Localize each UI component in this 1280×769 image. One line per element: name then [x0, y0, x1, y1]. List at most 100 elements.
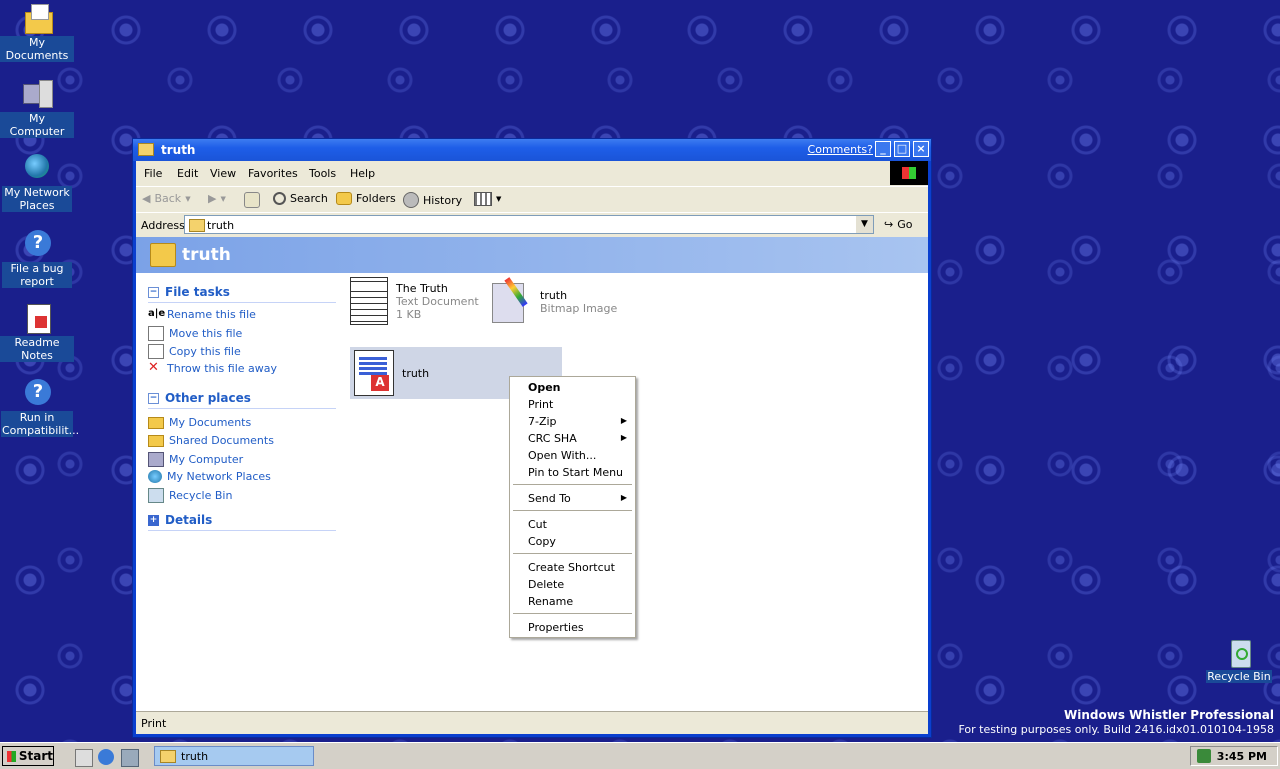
menu-print[interactable]: Print: [528, 398, 553, 411]
menu-file[interactable]: File: [144, 167, 162, 180]
file-type: Bitmap Image: [540, 302, 618, 315]
clock[interactable]: 3:45 PM: [1217, 750, 1267, 763]
address-bar: Address truth ▼ ↪ Go: [136, 212, 928, 237]
up-folder-button[interactable]: [244, 192, 260, 208]
menu-copy[interactable]: Copy: [528, 535, 556, 548]
status-bar: Print: [136, 711, 928, 734]
folder-banner: truth: [136, 237, 928, 273]
place-my-computer[interactable]: My Computer: [148, 452, 243, 467]
menu-separator: [513, 613, 632, 614]
menu-edit[interactable]: Edit: [177, 167, 198, 180]
forward-button[interactable]: ▶ ▼: [208, 192, 226, 205]
views-button[interactable]: ▼: [474, 192, 501, 206]
network-icon: [21, 152, 53, 184]
folder-icon: [160, 749, 176, 763]
menu-pin-start[interactable]: Pin to Start Menu: [528, 466, 623, 479]
folder-icon: [138, 143, 154, 156]
windows-flag-icon: [7, 750, 16, 762]
window-title: truth: [161, 143, 196, 157]
move-icon: [148, 326, 164, 341]
file-size: 1 KB: [396, 307, 422, 321]
desktop-label: Run in Compatibilit...: [1, 411, 80, 437]
desktop-icon-my-computer[interactable]: My Computer: [0, 78, 74, 138]
rename-file-link[interactable]: a|e Rename this file: [148, 308, 256, 321]
folders-label: Folders: [356, 192, 396, 205]
menu-create-shortcut[interactable]: Create Shortcut: [528, 561, 615, 574]
close-button[interactable]: ×: [913, 141, 929, 157]
menu-open[interactable]: Open: [528, 381, 561, 394]
history-button[interactable]: History: [403, 192, 462, 208]
title-bar[interactable]: truth Comments? _ □ ×: [133, 139, 931, 161]
computer-icon: [148, 452, 164, 467]
menu-tools[interactable]: Tools: [309, 167, 336, 180]
copy-file-link[interactable]: Copy this file: [148, 344, 241, 359]
file-name: truth: [402, 366, 430, 380]
task-label: Rename this file: [167, 308, 256, 321]
help-shortcut-icon: ?: [21, 228, 53, 260]
menu-bar: File Edit View Favorites Tools Help: [136, 161, 928, 185]
menu-7zip[interactable]: 7-Zip: [528, 415, 557, 428]
start-label: Start: [18, 749, 53, 763]
file-name: truth: [540, 289, 568, 302]
network-icon: [148, 470, 162, 483]
address-dropdown-button[interactable]: ▼: [856, 216, 873, 233]
history-icon: [403, 192, 419, 208]
move-file-link[interactable]: Move this file: [148, 326, 242, 341]
desktop-icon-recycle-bin[interactable]: Recycle Bin: [1204, 636, 1274, 683]
desktop-icon-network[interactable]: My Network Places: [0, 152, 74, 212]
file-item-text[interactable]: The Truth Text Document 1 KB: [350, 277, 479, 325]
network-status-icon[interactable]: [1197, 749, 1211, 763]
details-header[interactable]: + Details: [148, 513, 212, 527]
comments-link[interactable]: Comments?: [808, 143, 873, 156]
place-shared-documents[interactable]: Shared Documents: [148, 434, 274, 447]
desktop-icon-my-documents[interactable]: My Documents: [0, 2, 74, 62]
media-player-icon[interactable]: [121, 749, 139, 767]
divider: [148, 530, 336, 531]
menu-send-to[interactable]: Send To: [528, 492, 571, 505]
desktop-label: My Computer: [0, 112, 74, 138]
menu-open-with[interactable]: Open With...: [528, 449, 596, 462]
up-folder-icon: [244, 192, 260, 208]
other-places-header[interactable]: − Other places: [148, 391, 251, 405]
place-label: Recycle Bin: [169, 489, 233, 502]
maximize-button[interactable]: □: [894, 141, 910, 157]
address-label: Address: [141, 219, 185, 232]
place-recycle-bin[interactable]: Recycle Bin: [148, 488, 232, 503]
desktop-icon-run-compat[interactable]: ? Run in Compatibilit...: [0, 377, 80, 437]
go-arrow-icon: ↪: [884, 218, 894, 231]
place-network[interactable]: My Network Places: [148, 470, 271, 483]
status-text: Print: [141, 717, 167, 730]
watermark-title: Windows Whistler Professional: [1064, 708, 1274, 722]
menu-favorites[interactable]: Favorites: [248, 167, 298, 180]
minimize-button[interactable]: _: [875, 141, 891, 157]
file-item-bitmap[interactable]: truth Bitmap Image: [488, 277, 618, 325]
menu-view[interactable]: View: [210, 167, 236, 180]
start-button[interactable]: Start: [2, 746, 54, 766]
dropdown-icon: ▼: [185, 194, 191, 203]
place-my-documents[interactable]: My Documents: [148, 416, 251, 429]
file-tasks-header[interactable]: − File tasks: [148, 285, 230, 299]
menu-rename[interactable]: Rename: [528, 595, 573, 608]
internet-explorer-icon[interactable]: [98, 749, 114, 765]
taskbar-button-truth[interactable]: truth: [154, 746, 314, 766]
search-label: Search: [290, 192, 328, 205]
desktop-icon-readme[interactable]: Readme Notes: [0, 302, 74, 362]
menu-crc-sha[interactable]: CRC SHA: [528, 432, 577, 445]
recycle-bin-icon: [1223, 636, 1255, 668]
dropdown-icon: ▼: [220, 194, 226, 203]
menu-help[interactable]: Help: [350, 167, 375, 180]
divider: [148, 302, 336, 303]
search-button[interactable]: Search: [273, 192, 328, 205]
context-menu: Open Print 7-Zip ▶ CRC SHA ▶ Open With..…: [509, 376, 636, 638]
show-desktop-icon[interactable]: [75, 749, 93, 767]
go-button[interactable]: ↪ Go: [884, 218, 912, 231]
desktop-icon-file-bug[interactable]: ? File a bug report: [0, 228, 74, 288]
folders-button[interactable]: Folders: [336, 192, 396, 205]
delete-file-link[interactable]: ✕ Throw this file away: [148, 361, 277, 375]
address-input[interactable]: truth ▼: [184, 215, 874, 234]
back-arrow-icon: ◀: [142, 192, 151, 205]
back-button[interactable]: ◀ Back ▼: [142, 192, 191, 205]
menu-properties[interactable]: Properties: [528, 621, 584, 634]
menu-delete[interactable]: Delete: [528, 578, 564, 591]
menu-cut[interactable]: Cut: [528, 518, 547, 531]
